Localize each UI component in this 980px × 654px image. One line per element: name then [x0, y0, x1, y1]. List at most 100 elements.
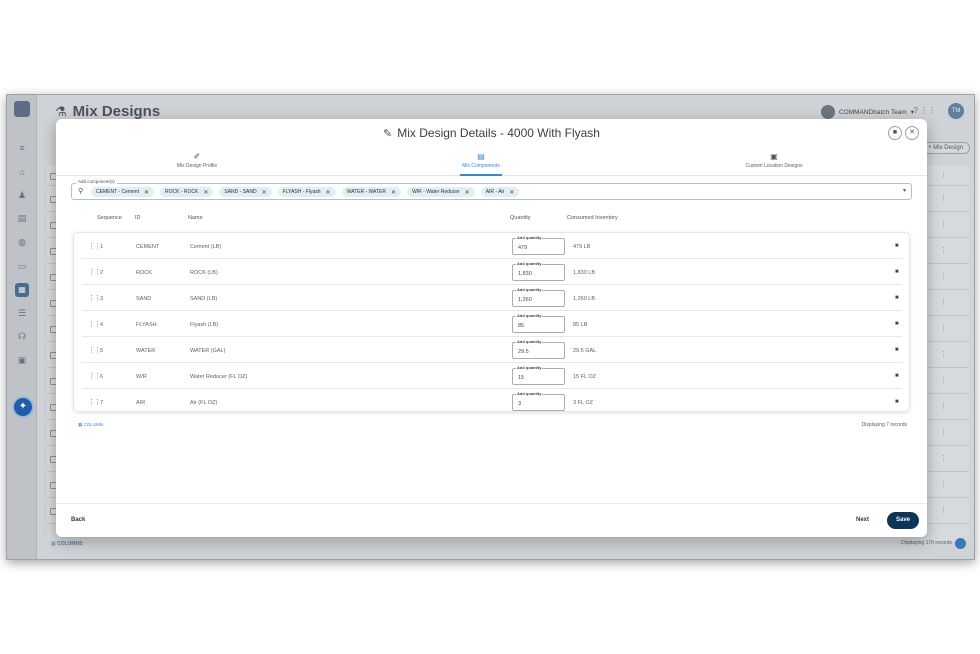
chip-label: ROCK - ROCK [165, 189, 199, 195]
lightbulb-icon[interactable]: ✦ [14, 398, 32, 416]
step-mix-components[interactable]: ▤ Mix Components [381, 152, 581, 169]
row-menu-icon[interactable]: ⋮ [940, 428, 947, 436]
table-row: ⋮⋮ 1 CEMENT Cement (LB) Add quantity 479 … [82, 233, 902, 259]
dropdown-arrow-icon[interactable]: ▾ [903, 187, 906, 194]
row-menu-icon[interactable]: ⋮ [940, 454, 947, 462]
trash-icon[interactable]: ■ [895, 243, 899, 249]
drag-handle-icon[interactable]: ⋮⋮ [88, 346, 101, 354]
row-menu-icon[interactable]: ⋮ [940, 246, 947, 254]
delete-button[interactable]: ■ [888, 126, 902, 140]
row-menu-icon[interactable]: ⋮ [940, 194, 947, 202]
save-button[interactable]: Save [887, 512, 919, 529]
header-consumed-inventory[interactable]: Consumed Inventory [567, 215, 618, 221]
dialog-footer-divider [56, 503, 927, 504]
drag-handle-icon[interactable]: ⋮⋮ [88, 372, 101, 380]
quantity-input[interactable]: Add quantity 1,830 [512, 261, 565, 281]
header-quantity[interactable]: Quantity [510, 215, 530, 221]
mix-designs-nav-icon[interactable]: ▦ [15, 283, 29, 297]
next-button[interactable]: Next [856, 517, 869, 523]
add-components-input[interactable]: ⚲ CEMENT - Cement ✕ ROCK - ROCK ✕ SAND - S… [71, 183, 912, 200]
quantity-label: Add quantity [516, 391, 543, 396]
help-icon[interactable]: ? [914, 106, 918, 115]
chip-water[interactable]: WATER - WATER ✕ [341, 187, 402, 197]
menu-icon[interactable]: ≡ [16, 143, 28, 153]
row-name: Water Reducer (FL OZ) [190, 374, 248, 380]
row-name: WATER (GAL) [190, 348, 226, 354]
header-sequence[interactable]: Sequence [97, 215, 122, 221]
row-sequence: 4 [100, 322, 104, 328]
drag-handle-icon[interactable]: ⋮⋮ [88, 320, 101, 328]
row-menu-icon[interactable]: ⋮ [940, 506, 947, 514]
trash-icon[interactable]: ■ [895, 269, 899, 275]
chip-remove-icon[interactable]: ✕ [391, 189, 396, 196]
step-mix-design-profile[interactable]: ✐ Mix Design Profile [97, 152, 297, 169]
trash-icon[interactable]: ■ [895, 295, 899, 301]
quantity-input[interactable]: Add quantity 1,260 [512, 287, 565, 307]
quantity-input[interactable]: Add quantity 479 [512, 235, 565, 255]
user-icon[interactable]: ♟ [16, 190, 28, 200]
step-custom-location-designs[interactable]: ▣ Custom Location Designs [674, 152, 874, 169]
chip-air[interactable]: AIR - Air ✕ [480, 187, 520, 197]
quantity-input[interactable]: Add quantity 29.5 [512, 339, 565, 359]
quantity-input[interactable]: Add quantity 15 [512, 365, 565, 385]
drag-handle-icon[interactable]: ⋮⋮ [88, 294, 101, 302]
back-button[interactable]: Back [71, 517, 85, 523]
avatar[interactable]: TM [948, 103, 964, 119]
drag-handle-icon[interactable]: ⋮⋮ [88, 242, 101, 250]
pencil-icon: ✎ [383, 128, 393, 140]
chip-label: W/R - Water Reducer [412, 189, 460, 195]
add-mix-design-button[interactable]: + Mix Design [921, 142, 970, 154]
row-menu-icon[interactable]: ⋮ [940, 324, 947, 332]
headset-icon[interactable]: ☊ [16, 331, 28, 341]
chip-remove-icon[interactable]: ✕ [465, 189, 470, 196]
row-menu-icon[interactable]: ⋮ [940, 171, 947, 179]
chip-remove-icon[interactable]: ✕ [262, 189, 267, 196]
chip-rock[interactable]: ROCK - ROCK ✕ [160, 187, 214, 197]
drag-handle-icon[interactable]: ⋮⋮ [88, 398, 101, 406]
home-icon[interactable]: ⌂ [16, 167, 28, 177]
chip-flyash[interactable]: FLYASH - Flyash ✕ [277, 187, 336, 197]
chip-sand[interactable]: SAND - SAND ✕ [219, 187, 272, 197]
grid-icon: ▤ [477, 152, 485, 161]
columns-link[interactable]: ▦ COLUMN [78, 422, 103, 428]
apps-grid-icon[interactable]: ⋮⋮ [920, 106, 936, 115]
chip-remove-icon[interactable]: ✕ [144, 189, 149, 196]
truck-icon[interactable]: ▤ [16, 213, 28, 223]
row-menu-icon[interactable]: ⋮ [940, 480, 947, 488]
id-card-icon[interactable]: ▭ [16, 261, 28, 271]
chip-remove-icon[interactable]: ✕ [203, 189, 208, 196]
app-logo[interactable] [14, 101, 30, 117]
trash-icon[interactable]: ■ [895, 321, 899, 327]
quantity-input[interactable]: Add quantity 85 [512, 313, 565, 333]
chip-water-reducer[interactable]: W/R - Water Reducer ✕ [407, 187, 475, 197]
columns-link[interactable]: ▦ COLUMNS [51, 541, 82, 547]
refresh-icon[interactable] [955, 538, 966, 549]
quantity-input[interactable]: Add quantity 3 [512, 391, 565, 411]
chip-cement[interactable]: CEMENT - Cement ✕ [91, 187, 155, 197]
row-menu-icon[interactable]: ⋮ [940, 376, 947, 384]
row-consumed: 15 FL OZ [573, 374, 597, 380]
row-name: Cement (LB) [190, 244, 222, 250]
list-icon[interactable]: ☰ [16, 308, 28, 318]
header-id[interactable]: ID [135, 215, 141, 221]
header-name[interactable]: Name [188, 215, 203, 221]
globe-icon[interactable]: ◍ [16, 237, 28, 247]
row-menu-icon[interactable]: ⋮ [940, 402, 947, 410]
chat-icon[interactable]: ▣ [16, 355, 28, 365]
chip-remove-icon[interactable]: ✕ [326, 189, 331, 196]
drag-handle-icon[interactable]: ⋮⋮ [88, 268, 101, 276]
row-menu-icon[interactable]: ⋮ [940, 272, 947, 280]
table-header: Sequence ID Name Quantity Consumed Inven… [56, 215, 927, 225]
trash-icon: ■ [892, 129, 898, 136]
row-menu-icon[interactable]: ⋮ [940, 220, 947, 228]
row-menu-icon[interactable]: ⋮ [940, 350, 947, 358]
trash-icon[interactable]: ■ [895, 373, 899, 379]
trash-icon[interactable]: ■ [895, 347, 899, 353]
team-selector[interactable]: COMMANDbatch Team ▾ [820, 105, 914, 119]
quantity-value: 15 [518, 375, 525, 381]
trash-icon[interactable]: ■ [895, 399, 899, 405]
table-row: ⋮⋮ 4 FLYASH Flyash (LB) Add quantity 85 8… [82, 311, 902, 337]
chip-remove-icon[interactable]: ✕ [509, 189, 514, 196]
row-menu-icon[interactable]: ⋮ [940, 298, 947, 306]
close-button[interactable]: ✕ [905, 126, 919, 140]
